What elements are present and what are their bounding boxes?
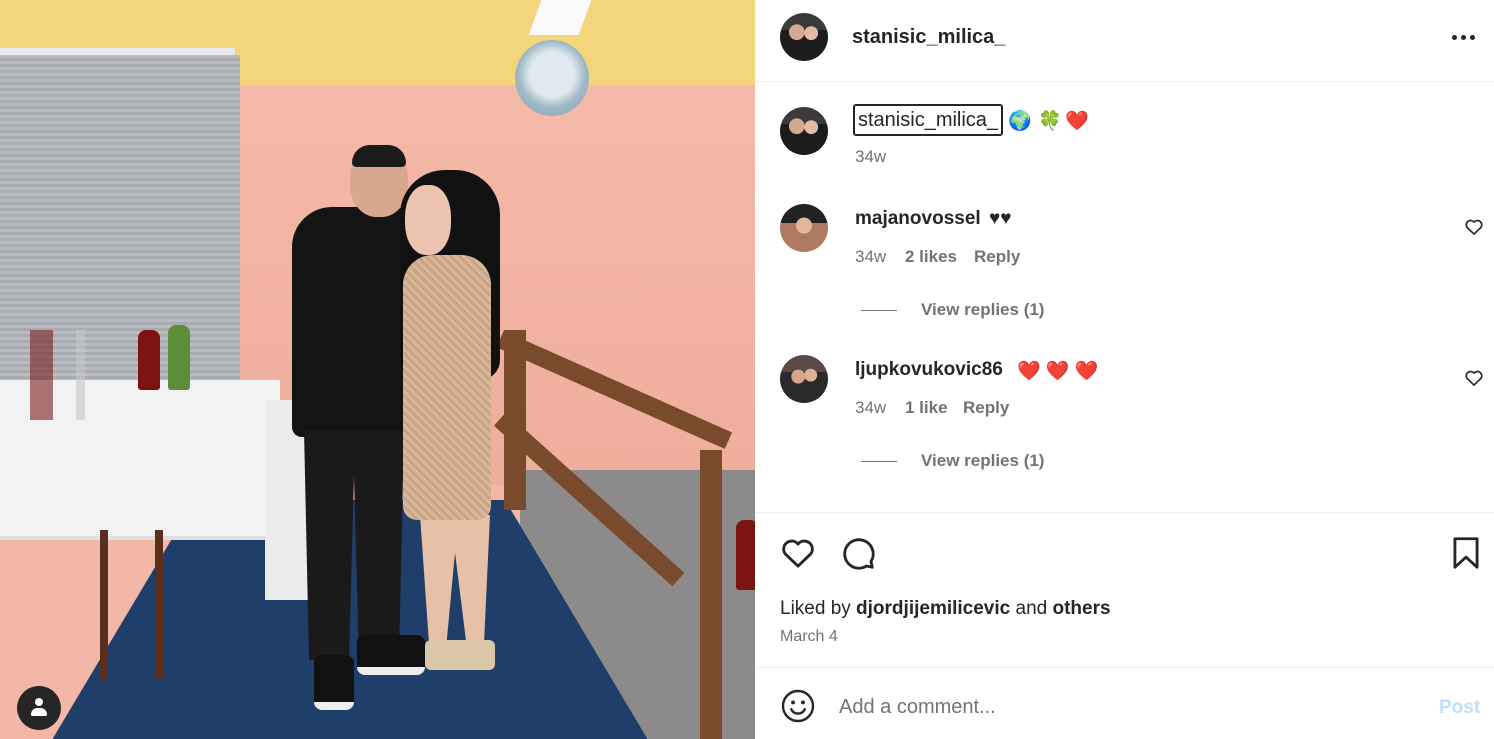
post-header: stanisic_milica_ (755, 0, 1494, 82)
liked-by-text: Liked by djordjijemilicevic and others (780, 598, 1111, 620)
comment-heart-icon[interactable] (1464, 217, 1484, 237)
add-comment-bar: Post (755, 669, 1494, 739)
ceiling-lamp (515, 40, 589, 116)
view-replies-button[interactable]: View replies (1) (921, 300, 1044, 320)
comment-icon[interactable] (839, 534, 877, 572)
cola-bottle-right (736, 520, 755, 590)
clover-emoji: 🍀 (1038, 111, 1062, 132)
post-button[interactable]: Post (1439, 697, 1480, 719)
railing-post (504, 330, 526, 510)
globe-emoji: 🌍 (1008, 111, 1032, 132)
comment-likes[interactable]: 1 like (905, 398, 948, 418)
replies-divider (861, 461, 897, 462)
reply-button[interactable]: Reply (963, 398, 1009, 418)
cola-bottle (138, 330, 160, 390)
water-bottle (168, 325, 190, 390)
post-photo (0, 0, 755, 739)
comment-text: ♥♥ (989, 208, 1012, 229)
reply-button[interactable]: Reply (974, 247, 1020, 267)
heart-icon[interactable] (779, 534, 817, 572)
comment-heart-icon[interactable] (1464, 368, 1484, 388)
post-date: March 4 (780, 628, 838, 645)
author-username[interactable]: stanisic_milica_ (852, 26, 1005, 49)
smiley-icon[interactable] (780, 688, 816, 724)
comment-likes[interactable]: 2 likes (905, 247, 957, 267)
comment-username[interactable]: majanovossel (855, 208, 981, 230)
more-horizontal-icon[interactable] (1450, 28, 1476, 46)
railing-post (700, 450, 722, 739)
comment-text: ❤️ ❤️ ❤️ (1017, 361, 1099, 382)
table-leg (100, 530, 108, 680)
comment-avatar[interactable] (780, 355, 828, 403)
heart-emoji: ❤️ (1065, 111, 1089, 132)
caption-avatar[interactable] (780, 107, 828, 155)
bookmark-icon[interactable] (1447, 534, 1485, 572)
comment-time: 34w (855, 398, 887, 417)
replies-divider (861, 310, 897, 311)
author-avatar[interactable] (780, 13, 828, 61)
comment-avatar[interactable] (780, 204, 828, 252)
post-details-panel: stanisic_milica_ stanisic_milica_ 🌍 🍀 ❤️… (755, 0, 1494, 739)
liked-by-user[interactable]: djordjijemilicevic (856, 598, 1010, 619)
comment-username[interactable]: ljupkovukovic86 (855, 359, 1003, 381)
liked-by-middle: and (1010, 598, 1053, 619)
woman-figure (395, 170, 505, 690)
table-leg (155, 530, 163, 680)
liked-by-others[interactable]: others (1052, 598, 1110, 619)
comment-input[interactable] (839, 689, 1419, 725)
comment-time: 34w (855, 247, 887, 266)
post-actions: Liked by djordjijemilicevic and others M… (755, 512, 1494, 668)
liked-by-prefix: Liked by (780, 598, 857, 619)
caption-time: 34w (855, 147, 887, 166)
person-icon[interactable] (17, 686, 61, 730)
caption-username[interactable]: stanisic_milica_ (853, 104, 1004, 136)
view-replies-button[interactable]: View replies (1) (921, 451, 1044, 471)
